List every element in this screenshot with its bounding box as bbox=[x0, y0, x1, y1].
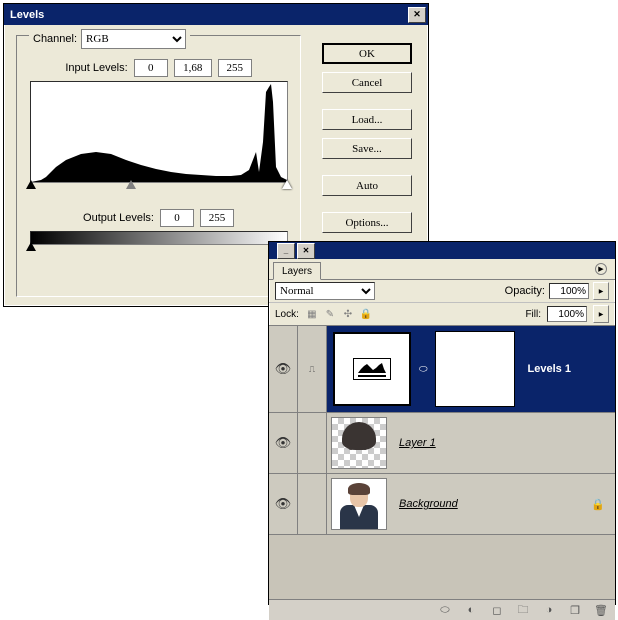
ok-button[interactable]: OK bbox=[322, 43, 412, 64]
layer-row[interactable]: 👁 Layer 1 bbox=[269, 413, 615, 474]
adjustment-thumb[interactable] bbox=[333, 332, 411, 406]
layer-thumb[interactable] bbox=[331, 417, 387, 469]
layer-thumb[interactable] bbox=[331, 478, 387, 530]
input-levels-label: Input Levels: bbox=[65, 62, 127, 74]
tab-layers[interactable]: Layers bbox=[273, 262, 321, 280]
adjustment-layer-icon[interactable]: ◑ bbox=[541, 602, 557, 618]
active-col[interactable] bbox=[298, 474, 327, 534]
visibility-icon[interactable]: 👁 bbox=[275, 361, 292, 377]
lock-label: Lock: bbox=[275, 309, 299, 320]
fill-label: Fill: bbox=[525, 309, 541, 320]
output-levels-label: Output Levels: bbox=[83, 212, 154, 224]
layers-footer: ⬭ ◐ ◻ 🗀 ◑ ❐ 🗑 bbox=[269, 600, 615, 620]
minimize-icon[interactable]: _ bbox=[277, 243, 295, 259]
active-col[interactable] bbox=[298, 413, 327, 473]
layer-style-icon[interactable]: ◐ bbox=[463, 602, 479, 618]
new-set-icon[interactable]: 🗀 bbox=[515, 602, 531, 618]
opacity-label: Opacity: bbox=[505, 285, 545, 297]
levels-controls-group: Channel: RGB Input Levels: bbox=[16, 35, 301, 297]
options-button[interactable]: Options... bbox=[322, 212, 412, 233]
visibility-icon[interactable]: 👁 bbox=[275, 496, 292, 512]
mask-thumb[interactable] bbox=[436, 332, 514, 406]
levels-title: Levels bbox=[10, 9, 406, 21]
layer-name[interactable]: Levels 1 bbox=[520, 363, 571, 375]
lock-icon: 🔒 bbox=[591, 498, 605, 511]
channel-select[interactable]: RGB bbox=[81, 29, 186, 49]
input-gamma-field[interactable] bbox=[174, 59, 212, 77]
output-black-handle[interactable] bbox=[26, 242, 36, 251]
fill-field[interactable] bbox=[547, 306, 587, 322]
panel-tabs: Layers ▶ bbox=[269, 259, 615, 280]
input-gamma-handle[interactable] bbox=[126, 180, 136, 189]
channel-label: Channel: bbox=[33, 33, 77, 45]
input-white-field[interactable] bbox=[218, 59, 252, 77]
close-icon[interactable]: ✕ bbox=[408, 7, 426, 23]
lock-transparency-icon[interactable]: ▦ bbox=[305, 307, 319, 321]
save-button[interactable]: Save... bbox=[322, 138, 412, 159]
layer-link-icon[interactable]: ⬭ bbox=[417, 364, 430, 375]
input-black-handle[interactable] bbox=[26, 180, 36, 189]
levels-titlebar[interactable]: Levels ✕ bbox=[4, 4, 428, 25]
layer-row[interactable]: 👁 Background 🔒 bbox=[269, 474, 615, 535]
layers-titlebar[interactable]: _ ✕ bbox=[269, 242, 615, 259]
layers-list[interactable]: 👁 ⎍ ⬭ Levels 1 👁 Layer 1 bbox=[269, 326, 615, 600]
layer-mask-icon[interactable]: ◻ bbox=[489, 602, 505, 618]
layer-name[interactable]: Background bbox=[391, 498, 458, 510]
opacity-field[interactable] bbox=[549, 283, 589, 299]
fill-flyout-icon[interactable]: ▶ bbox=[593, 305, 609, 323]
lock-all-icon[interactable]: 🔒 bbox=[359, 307, 373, 321]
opacity-flyout-icon[interactable]: ▶ bbox=[593, 282, 609, 300]
new-layer-icon[interactable]: ❐ bbox=[567, 602, 583, 618]
close-icon[interactable]: ✕ bbox=[297, 243, 315, 259]
output-gradient bbox=[30, 231, 288, 245]
layers-panel: _ ✕ Layers ▶ Normal Opacity: ▶ Lock: ▦ ✎… bbox=[268, 241, 616, 605]
blend-mode-select[interactable]: Normal bbox=[275, 282, 375, 300]
output-white-field[interactable] bbox=[200, 209, 234, 227]
panel-menu-icon[interactable]: ▶ bbox=[595, 263, 607, 275]
histogram bbox=[30, 81, 288, 183]
lock-pixels-icon[interactable]: ✎ bbox=[323, 307, 337, 321]
active-col[interactable]: ⎍ bbox=[298, 326, 327, 412]
input-slider[interactable] bbox=[31, 183, 287, 195]
load-button[interactable]: Load... bbox=[322, 109, 412, 130]
delete-layer-icon[interactable]: 🗑 bbox=[593, 602, 609, 618]
output-black-field[interactable] bbox=[160, 209, 194, 227]
visibility-icon[interactable]: 👁 bbox=[275, 435, 292, 451]
link-layers-icon[interactable]: ⬭ bbox=[437, 602, 453, 618]
input-black-field[interactable] bbox=[134, 59, 168, 77]
layer-name[interactable]: Layer 1 bbox=[391, 437, 436, 449]
cancel-button[interactable]: Cancel bbox=[322, 72, 412, 93]
layer-row[interactable]: 👁 ⎍ ⬭ Levels 1 bbox=[269, 326, 615, 413]
input-white-handle[interactable] bbox=[282, 180, 292, 189]
lock-position-icon[interactable]: ✣ bbox=[341, 307, 355, 321]
output-slider[interactable] bbox=[31, 245, 287, 257]
auto-button[interactable]: Auto bbox=[322, 175, 412, 196]
